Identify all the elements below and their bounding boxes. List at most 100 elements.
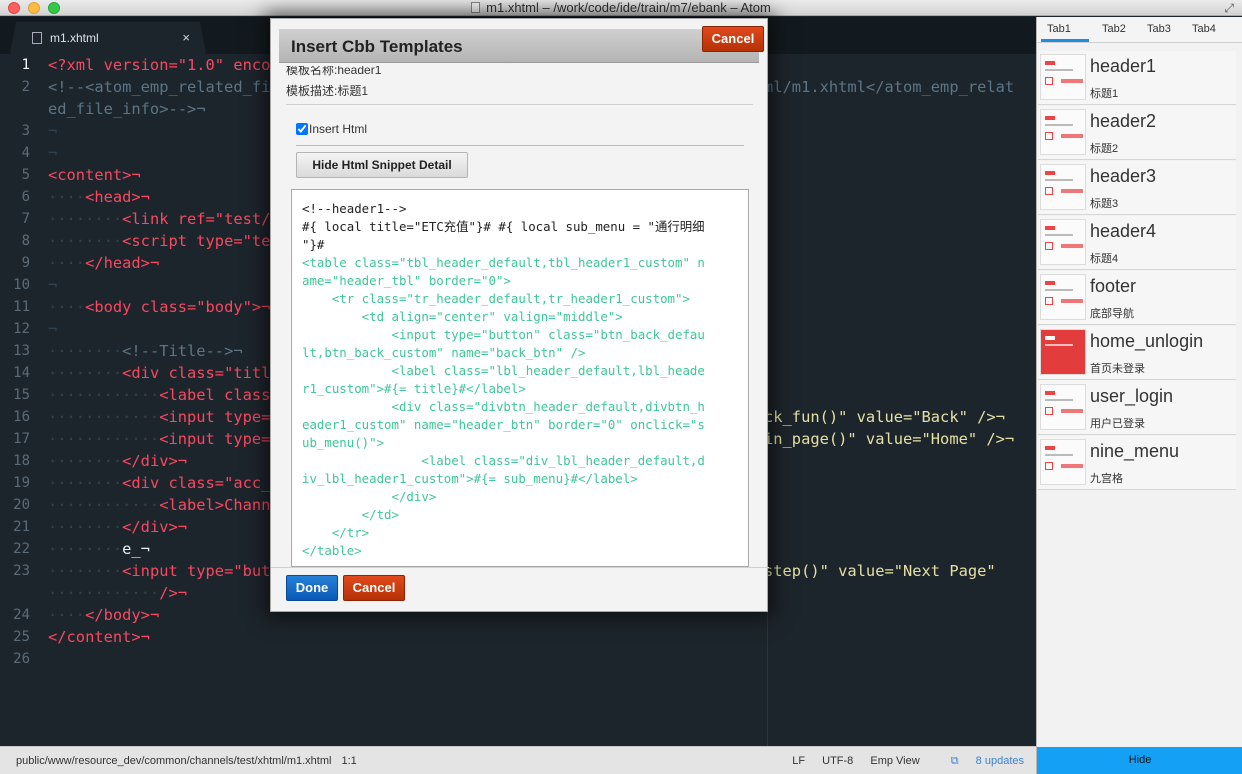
template-panel-tabs: Tab1 Tab2 Tab3 Tab4 xyxy=(1037,17,1242,43)
line-number: 24 xyxy=(13,607,30,623)
snippet-line: ame="header_tbl" border="0"> xyxy=(302,273,511,288)
template-thumbnail xyxy=(1040,54,1086,100)
cancel-button-top[interactable]: Cancel xyxy=(702,26,764,52)
code-line: ····<body class="body">¬ xyxy=(48,298,271,316)
template-desc: 标题4 xyxy=(1090,253,1119,265)
template-item-header4[interactable]: header4 标题4 xyxy=(1038,216,1236,270)
editor-tab[interactable]: m1.xhtml × xyxy=(10,22,206,54)
line-number: 15 xyxy=(13,387,30,403)
minimize-window-button[interactable] xyxy=(28,2,40,14)
code-line: ¬ xyxy=(48,122,58,140)
status-updates[interactable]: ⧉ 8 updates xyxy=(937,755,1024,767)
code-line: ············/>¬ xyxy=(48,584,188,602)
line-number: 18 xyxy=(13,453,30,469)
divider xyxy=(296,145,744,146)
tab-1[interactable]: Tab1 xyxy=(1047,23,1071,35)
template-thumbnail xyxy=(1040,164,1086,210)
done-button[interactable]: Done xyxy=(286,575,338,601)
template-name: header1 xyxy=(1090,56,1157,76)
window-title: m1.xhtml – /work/code/ide/train/m7/ebank… xyxy=(486,0,771,15)
line-number: 26 xyxy=(13,651,30,667)
line-number: 16 xyxy=(13,409,30,425)
cancel-button-bottom[interactable]: Cancel xyxy=(343,575,405,601)
line-number: 21 xyxy=(13,519,30,535)
code-line: ········<div class="acc_c xyxy=(48,474,280,492)
code-line: <!--<atom_emp_related_fi xyxy=(48,78,271,96)
template-desc: 九宫格 xyxy=(1090,473,1123,485)
code-line: ¬ xyxy=(48,320,58,338)
dialog-title: Insert Cbb Templates xyxy=(291,37,463,56)
template-thumbnail xyxy=(1040,439,1086,485)
line-number: 12 xyxy=(13,321,30,337)
template-item-header1[interactable]: header1 标题1 xyxy=(1038,51,1236,105)
line-number: 2 xyxy=(21,79,30,95)
template-item-user-login[interactable]: user_login 用户已登录 xyxy=(1038,381,1236,435)
template-name: footer xyxy=(1090,276,1137,296)
template-item-header3[interactable]: header3 标题3 xyxy=(1038,161,1236,215)
dialog-header: Insert Cbb Templates xyxy=(279,29,759,63)
template-name: header3 xyxy=(1090,166,1157,186)
line-number: 9 xyxy=(21,255,30,271)
active-tab-indicator xyxy=(1041,39,1089,42)
snippet-line: lt,btn_back_custom" name="back_btn" /> xyxy=(302,345,586,360)
status-file-path[interactable]: public/www/resource_dev/common/channels/… xyxy=(16,747,357,774)
code-line: ¬ xyxy=(48,144,58,162)
code-line: ········e_¬ xyxy=(48,540,150,558)
fullscreen-icon[interactable]: ⤢ xyxy=(1224,0,1234,16)
line-number: 6 xyxy=(21,189,30,205)
status-view[interactable]: Emp View xyxy=(870,755,919,767)
maximize-window-button[interactable] xyxy=(48,2,60,14)
line-number: 11 xyxy=(13,299,30,315)
snippet-line: <!--header1--> xyxy=(302,201,407,216)
line-number: 8 xyxy=(21,233,30,249)
code-line: ········<input type="butt xyxy=(48,562,280,580)
template-desc: 标题1 xyxy=(1090,88,1119,100)
line-number: 3 xyxy=(21,123,30,139)
code-line: </content>¬ xyxy=(48,628,150,646)
code-line-right: ml/m1.xhtml</atom_emp_relat xyxy=(764,78,1015,96)
template-thumbnail xyxy=(1040,219,1086,265)
tab-3[interactable]: Tab3 xyxy=(1147,23,1171,35)
snippet-line: <td align="center" valign="middle"> xyxy=(302,309,623,324)
code-line: ········<!--Title-->¬ xyxy=(48,342,243,360)
snippet-line: </td> xyxy=(302,507,399,522)
line-number-gutter: 1 2 3 4 5 6 7 8 9 10 11 12 13 14 15 16 17 18 19 20 21 22 23 24 2… xyxy=(0,54,42,746)
line-number: 22 xyxy=(13,541,30,557)
template-name: user_login xyxy=(1090,386,1174,406)
snippet-line: ub_menu()"> xyxy=(302,435,385,450)
code-line: ····</head>¬ xyxy=(48,254,160,272)
code-line: ¬ xyxy=(48,276,58,294)
template-item-header2[interactable]: header2 标题2 xyxy=(1038,106,1236,160)
code-line: ············<label>Channe xyxy=(48,496,280,514)
code-line: ········<script type="tex xyxy=(48,232,280,250)
file-icon xyxy=(32,32,42,44)
code-line: ····<head>¬ xyxy=(48,188,150,206)
snippet-line: #{ local title="ETC充值"}# #{ local sub_me… xyxy=(302,219,705,234)
snippet-line: <label class="div_lbl_header_default,d xyxy=(302,453,705,468)
close-window-button[interactable] xyxy=(8,2,20,14)
template-item-footer[interactable]: footer 底部导航 xyxy=(1038,271,1236,325)
template-name: home_unlogin xyxy=(1090,331,1204,351)
template-thumbnail xyxy=(1040,329,1086,375)
template-panel: Tab1 Tab2 Tab3 Tab4 header1 标题1 header2 … xyxy=(1036,17,1242,774)
line-number: 23 xyxy=(13,563,30,579)
insert-html-checkbox[interactable] xyxy=(296,123,308,135)
html-snippet-view[interactable]: <!--header1--> #{ local title="ETC充值"}# … xyxy=(291,189,749,567)
tab-close-icon[interactable]: × xyxy=(182,22,190,54)
snippet-line: <label class="lbl_header_default,lbl_hea… xyxy=(302,363,705,378)
template-name-line: 模板名称:header1 xyxy=(286,63,382,77)
code-line: ········<link ref="test/c xyxy=(48,210,280,228)
status-line-ending[interactable]: LF xyxy=(792,755,805,767)
tab-4[interactable]: Tab4 xyxy=(1192,23,1216,35)
divider xyxy=(271,567,769,568)
tab-2[interactable]: Tab2 xyxy=(1102,23,1126,35)
window-titlebar: m1.xhtml – /work/code/ide/train/m7/ebank… xyxy=(0,0,1242,16)
template-desc-line: 模板描述:标题1 xyxy=(286,84,369,98)
code-line-right: in_page()" value="Home" />¬ xyxy=(764,430,1015,448)
template-item-home-unlogin[interactable]: home_unlogin 首页未登录 xyxy=(1038,326,1236,380)
hide-panel-button[interactable]: Hide xyxy=(1037,747,1242,774)
hide-snippet-detail-button[interactable]: Hide Html Snippet Detail xyxy=(296,152,468,178)
template-item-nine-menu[interactable]: nine_menu 九宫格 xyxy=(1038,436,1236,490)
status-encoding[interactable]: UTF-8 xyxy=(822,755,853,767)
code-line: ············<input type=" xyxy=(48,408,280,426)
